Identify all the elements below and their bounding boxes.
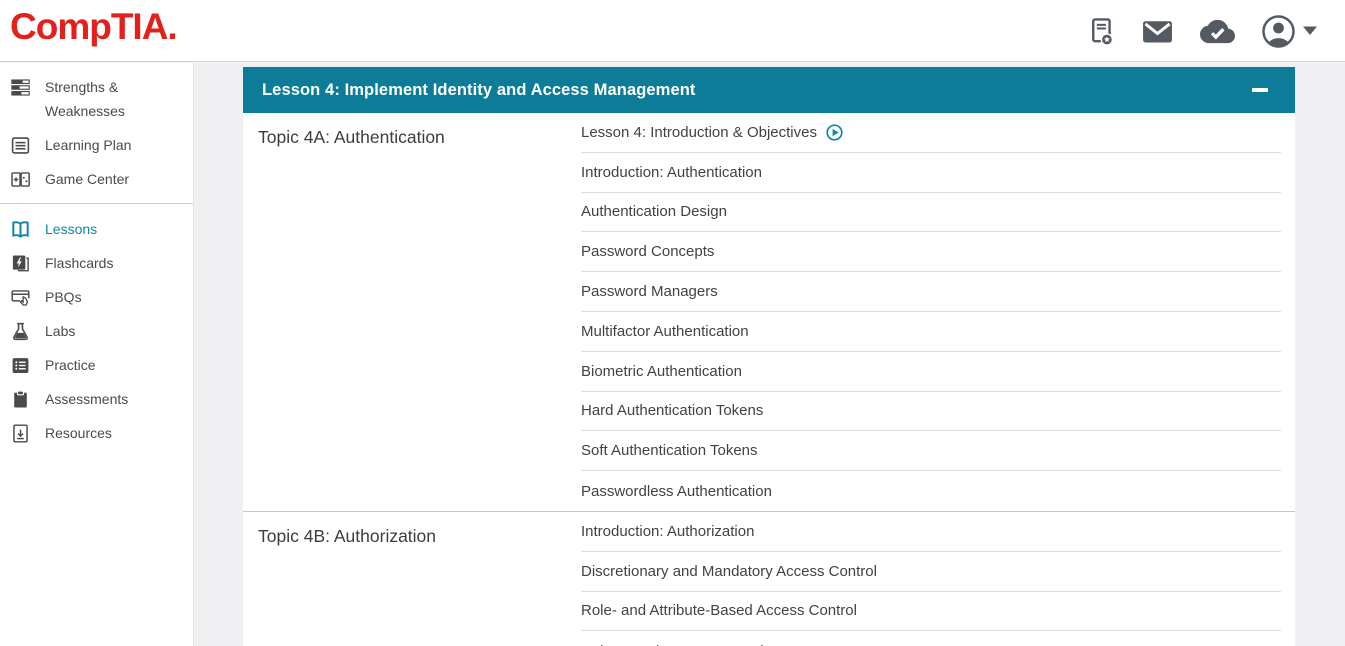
topic-label: Topic 4B: Authorization bbox=[243, 512, 570, 646]
lesson-item-label: Password Managers bbox=[581, 283, 718, 300]
sidebar-item-practice[interactable]: Practice bbox=[0, 348, 193, 382]
sidebar-item-label: Game Center bbox=[45, 167, 129, 191]
lesson-title: Lesson 4: Implement Identity and Access … bbox=[262, 81, 696, 100]
resources-icon bbox=[10, 423, 31, 444]
lesson-item[interactable]: Biometric Authentication bbox=[581, 352, 1281, 392]
lesson-body: Topic 4A: Authentication Lesson 4: Intro… bbox=[243, 113, 1295, 646]
practice-icon bbox=[10, 355, 31, 376]
strengths-weaknesses-icon bbox=[10, 77, 31, 98]
sidebar-item-label: Practice bbox=[45, 353, 96, 377]
sidebar-item-flashcards[interactable]: Flashcards bbox=[0, 246, 193, 280]
sidebar-item-label: Assessments bbox=[45, 387, 128, 411]
lesson-item-label: Passwordless Authentication bbox=[581, 483, 772, 500]
lesson-item-label: Role- and Attribute-Based Access Control bbox=[581, 602, 857, 619]
lesson-item[interactable]: Lesson 4: Introduction & Objectives bbox=[581, 113, 1281, 153]
sidebar-item-strengths-weaknesses[interactable]: Strengths & Weaknesses bbox=[0, 70, 193, 128]
lesson-item[interactable]: Discretionary and Mandatory Access Contr… bbox=[581, 552, 1281, 592]
lesson-item[interactable]: Rule-Based Access Control bbox=[581, 631, 1281, 646]
topic-item-list: Lesson 4: Introduction & Objectives Intr… bbox=[570, 113, 1295, 511]
topic-label: Topic 4A: Authentication bbox=[243, 113, 570, 511]
collapse-minus-icon[interactable] bbox=[1252, 82, 1269, 99]
lessons-icon bbox=[10, 219, 31, 240]
lesson-item[interactable]: Password Concepts bbox=[581, 232, 1281, 272]
sidebar-item-learning-plan[interactable]: Learning Plan bbox=[0, 128, 193, 162]
lesson-item[interactable]: Multifactor Authentication bbox=[581, 312, 1281, 352]
lesson-item-label: Introduction: Authentication bbox=[581, 164, 762, 181]
sidebar-item-label: Resources bbox=[45, 421, 112, 445]
sidebar-item-label: Lessons bbox=[45, 217, 97, 241]
sidebar-item-game-center[interactable]: Game Center bbox=[0, 162, 193, 196]
page: CompTIA. bbox=[0, 0, 1345, 646]
lesson-item-label: Discretionary and Mandatory Access Contr… bbox=[581, 563, 877, 580]
lesson-item[interactable]: Passwordless Authentication bbox=[581, 471, 1281, 511]
flashcards-icon bbox=[10, 253, 31, 274]
account-caret-icon bbox=[1303, 26, 1317, 36]
lesson-item[interactable]: Introduction: Authorization bbox=[581, 512, 1281, 552]
sidebar-item-labs[interactable]: Labs bbox=[0, 314, 193, 348]
play-icon[interactable] bbox=[826, 124, 843, 141]
labs-icon bbox=[10, 321, 31, 342]
lesson-item[interactable]: Password Managers bbox=[581, 272, 1281, 312]
pbqs-icon bbox=[10, 287, 31, 308]
lesson-item-label: Biometric Authentication bbox=[581, 363, 742, 380]
account-icon bbox=[1261, 14, 1296, 49]
lesson-item-label: Soft Authentication Tokens bbox=[581, 442, 758, 459]
topic-item-list: Introduction: Authorization Discretionar… bbox=[570, 512, 1295, 646]
lesson-item-label: Authentication Design bbox=[581, 203, 727, 220]
sidebar-item-label: Strengths & Weaknesses bbox=[45, 75, 165, 123]
lesson-panel: Lesson 4: Implement Identity and Access … bbox=[243, 67, 1295, 646]
sidebar-item-lessons[interactable]: Lessons bbox=[0, 212, 193, 246]
sidebar-item-assessments[interactable]: Assessments bbox=[0, 382, 193, 416]
lesson-item-label: Introduction: Authorization bbox=[581, 523, 754, 540]
top-bar: CompTIA. bbox=[0, 0, 1345, 62]
lesson-item-label: Multifactor Authentication bbox=[581, 323, 749, 340]
lesson-accordion-header[interactable]: Lesson 4: Implement Identity and Access … bbox=[243, 67, 1295, 113]
sidebar-item-label: Learning Plan bbox=[45, 133, 131, 157]
lesson-item[interactable]: Introduction: Authentication bbox=[581, 153, 1281, 193]
sidebar-item-pbqs[interactable]: PBQs bbox=[0, 280, 193, 314]
lesson-item-label: Hard Authentication Tokens bbox=[581, 402, 763, 419]
sidebar-item-resources[interactable]: Resources bbox=[0, 416, 193, 450]
topic-row-4b: Topic 4B: Authorization Introduction: Au… bbox=[243, 512, 1295, 646]
learning-plan-icon bbox=[10, 135, 31, 156]
game-center-icon bbox=[10, 169, 31, 190]
topbar-icon-group bbox=[1086, 0, 1317, 62]
sidebar-item-label: PBQs bbox=[45, 285, 82, 309]
lesson-item-label: Lesson 4: Introduction & Objectives bbox=[581, 124, 817, 141]
account-menu[interactable] bbox=[1261, 14, 1317, 49]
notes-badge-icon[interactable] bbox=[1086, 16, 1115, 47]
cloud-check-icon[interactable] bbox=[1200, 14, 1235, 49]
lesson-item[interactable]: Soft Authentication Tokens bbox=[581, 431, 1281, 471]
lesson-item[interactable]: Role- and Attribute-Based Access Control bbox=[581, 592, 1281, 632]
assessments-icon bbox=[10, 389, 31, 410]
lesson-item-label: Password Concepts bbox=[581, 243, 714, 260]
sidebar-item-label: Flashcards bbox=[45, 251, 113, 275]
sidebar: Strengths & Weaknesses Learning Plan bbox=[0, 63, 194, 646]
lesson-item[interactable]: Hard Authentication Tokens bbox=[581, 392, 1281, 432]
topic-row-4a: Topic 4A: Authentication Lesson 4: Intro… bbox=[243, 113, 1295, 512]
lesson-item[interactable]: Authentication Design bbox=[581, 193, 1281, 233]
comptia-logo[interactable]: CompTIA. bbox=[10, 6, 177, 48]
sidebar-divider bbox=[0, 203, 193, 204]
sidebar-item-label: Labs bbox=[45, 319, 75, 343]
mail-icon[interactable] bbox=[1141, 15, 1174, 48]
